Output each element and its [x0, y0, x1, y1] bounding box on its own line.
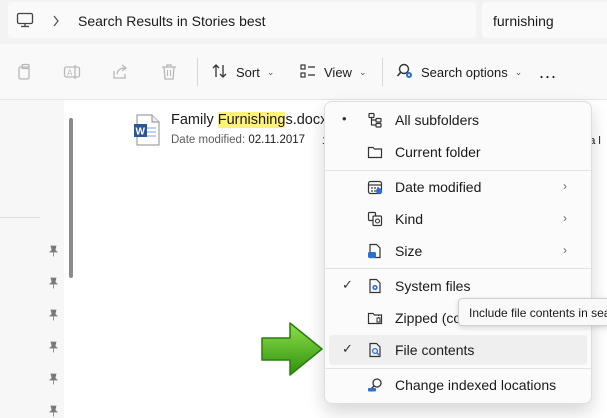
menu-item-file-contents[interactable]: ✓ File contents: [329, 335, 587, 365]
pin-icon[interactable]: [48, 340, 59, 356]
chevron-right-icon[interactable]: [52, 14, 60, 30]
rename-icon[interactable]: A: [63, 63, 81, 84]
check-icon: ✓: [342, 277, 353, 292]
chevron-down-icon: ⌄: [514, 66, 523, 77]
delete-icon[interactable]: [160, 63, 178, 84]
submenu-chevron-icon: ›: [563, 211, 567, 225]
search-options-label: Search options: [421, 64, 508, 80]
share-icon[interactable]: [111, 63, 129, 84]
calendar-icon: [367, 179, 383, 198]
menu-item-label: Current folder: [395, 144, 481, 160]
search-options-menu: • All subfolders Current folder Date mod…: [324, 101, 592, 404]
search-input[interactable]: furnishing: [493, 13, 554, 29]
svg-text:A: A: [67, 69, 73, 78]
menu-item-label: Size: [395, 243, 423, 259]
toolbar-divider: [382, 58, 383, 86]
nav-scrollbar[interactable]: [69, 118, 73, 278]
menu-item-all-subfolders[interactable]: • All subfolders: [329, 105, 587, 135]
search-options-button[interactable]: Search options ⌄: [396, 58, 522, 86]
word-document-icon[interactable]: W: [133, 114, 163, 149]
menu-item-current-folder[interactable]: Current folder: [329, 137, 587, 167]
search-options-icon: [396, 62, 414, 83]
date-modified-value: 02.11.2017: [248, 134, 306, 146]
file-name-suffix: s.docx: [285, 112, 328, 128]
sort-label: Sort: [236, 64, 260, 80]
pin-icon[interactable]: [48, 244, 59, 260]
system-file-icon: [367, 278, 383, 297]
menu-item-label: All subfolders: [395, 112, 480, 128]
toolbar-divider: [197, 58, 198, 86]
menu-item-label: System files: [395, 278, 471, 294]
file-meta: Date modified: 02.11.2017: [171, 134, 305, 146]
pin-icon[interactable]: [48, 372, 59, 388]
menu-separator: [325, 368, 591, 369]
file-name-prefix: Family: [171, 112, 218, 128]
folder-icon: [367, 144, 383, 163]
chevron-down-icon: ⌄: [266, 66, 275, 77]
search-highlight: Furnishing: [217, 112, 286, 128]
breadcrumb[interactable]: Search Results in Stories best: [78, 13, 266, 29]
view-icon: [299, 62, 317, 83]
menu-separator: [325, 268, 591, 269]
menu-item-label: Date modified: [395, 179, 482, 195]
computer-icon[interactable]: [16, 12, 34, 31]
date-modified-label: Date modified:: [171, 134, 246, 146]
submenu-chevron-icon: ›: [563, 179, 567, 193]
more-icon: ...: [539, 61, 558, 82]
selected-dot-icon: •: [342, 111, 347, 126]
view-label: View: [324, 64, 352, 80]
check-icon: ✓: [342, 341, 353, 356]
menu-item-label: Zipped (co: [395, 310, 462, 326]
menu-item-change-indexed-locations[interactable]: Change indexed locations: [329, 370, 587, 400]
file-name[interactable]: Family Furnishings.docx: [171, 112, 327, 128]
svg-text:W: W: [136, 127, 146, 138]
pin-icon[interactable]: [48, 276, 59, 292]
view-button[interactable]: View ⌄: [299, 58, 367, 86]
size-icon: [367, 243, 383, 262]
more-options-button[interactable]: ...: [539, 58, 557, 86]
menu-item-system-files[interactable]: ✓ System files: [329, 271, 587, 301]
green-arrow-icon: [260, 320, 324, 381]
menu-separator: [325, 170, 591, 171]
indexed-locations-icon: [367, 377, 383, 396]
menu-item-kind[interactable]: Kind ›: [329, 204, 587, 234]
copy-icon[interactable]: [16, 63, 34, 84]
menu-item-label: File contents: [395, 342, 475, 358]
menu-item-date-modified[interactable]: Date modified ›: [329, 172, 587, 202]
tooltip: Include file contents in sea: [458, 298, 607, 326]
pin-icon[interactable]: [48, 308, 59, 324]
nav-divider: [0, 217, 40, 218]
pin-icon[interactable]: [48, 404, 59, 418]
submenu-chevron-icon: ›: [563, 243, 567, 257]
menu-item-label: Change indexed locations: [395, 377, 557, 393]
chevron-down-icon: ⌄: [358, 66, 367, 77]
kind-icon: [367, 211, 383, 230]
sort-button[interactable]: Sort ⌄: [211, 58, 274, 86]
menu-item-label: Kind: [395, 211, 424, 227]
zip-folder-icon: [367, 310, 383, 329]
menu-item-size[interactable]: Size ›: [329, 236, 587, 266]
subfolders-icon: [367, 112, 383, 131]
sort-icon: [211, 62, 229, 83]
file-contents-icon: [367, 342, 383, 361]
